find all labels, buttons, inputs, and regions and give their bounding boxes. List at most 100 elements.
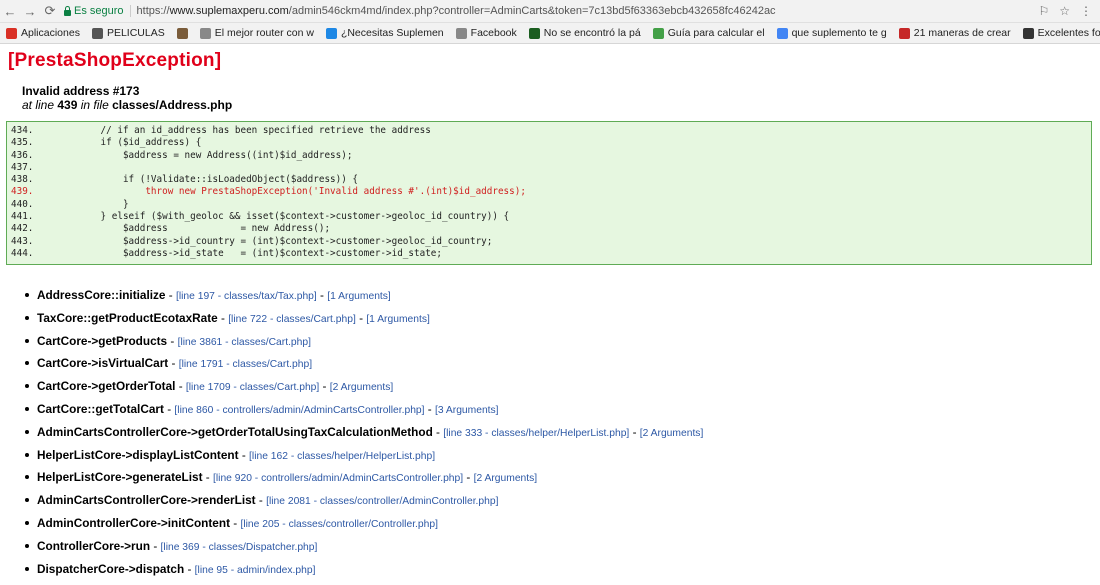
trace-location-link[interactable]: [line 369 - classes/Dispatcher.php] — [161, 542, 318, 553]
bookmark-item[interactable]: No se encontró la pá — [523, 27, 647, 39]
cloud-icon — [325, 27, 337, 39]
trace-function: TaxCore::getProductEcotaxRate — [37, 310, 218, 325]
trace-function: AdminCartsControllerCore->getOrderTotalU… — [37, 424, 433, 439]
url-text[interactable]: https://www.suplemaxperu.com/admin546ckm… — [137, 5, 776, 17]
trace-function: CartCore::getTotalCart — [37, 401, 164, 416]
trace-location-link[interactable]: [line 162 - classes/helper/HelperList.ph… — [249, 451, 435, 462]
trace-item: CartCore::getTotalCart - [line 860 - con… — [25, 399, 1092, 422]
code-line: 442. $address = new Address(); — [11, 223, 331, 235]
bookmark-label: PELICULAS — [106, 27, 165, 39]
page-icon — [455, 27, 467, 39]
forward-arrow-icon[interactable]: → — [20, 4, 40, 19]
bookmark-item[interactable]: Aplicaciones — [0, 27, 86, 39]
trace-item: CartCore->getOrderTotal - [line 1709 - c… — [25, 376, 1092, 399]
star-icon[interactable]: ☆ — [1059, 4, 1070, 18]
plane-icon — [528, 27, 540, 39]
code-line: 435. if ($id_address) { — [11, 137, 202, 149]
trace-item: CartCore->isVirtualCart - [line 1791 - c… — [25, 353, 1092, 376]
bag-icon — [652, 27, 664, 39]
bookmark-label: ¿Necesitas Suplemen — [340, 27, 444, 39]
bookmark-item[interactable] — [171, 27, 194, 39]
trace-location-link[interactable]: [line 722 - classes/Cart.php] — [228, 314, 356, 325]
trace-location-link[interactable]: [line 197 - classes/tax/Tax.php] — [176, 291, 317, 302]
trace-location-link[interactable]: [line 1709 - classes/Cart.php] — [186, 382, 319, 393]
bookmark-label: No se encontró la pá — [543, 27, 641, 39]
error-page: [PrestaShopException] Invalid address #1… — [0, 44, 1100, 585]
trace-arguments-link[interactable]: [2 Arguments] — [474, 473, 538, 484]
bookmark-item[interactable]: Guía para calcular el — [647, 27, 771, 39]
trace-location-link[interactable]: [line 860 - controllers/admin/AdminCarts… — [174, 405, 424, 416]
trace-item: CartCore->getProducts - [line 3861 - cla… — [25, 331, 1092, 354]
separator: - — [319, 379, 330, 394]
address-bar[interactable]: Es seguro https://www.suplemaxperu.com/a… — [64, 2, 1038, 20]
bookmark-label: que suplemento te g — [791, 27, 887, 39]
trace-arguments-link[interactable]: [1 Arguments] — [327, 291, 391, 302]
bookmark-item[interactable]: ¿Necesitas Suplemen — [320, 27, 450, 39]
bookmark-item[interactable]: Excelentes fondos pa — [1017, 27, 1100, 39]
secure-indicator[interactable]: Es seguro — [64, 5, 131, 17]
trace-function: CartCore->getOrderTotal — [37, 379, 176, 394]
trace-arguments-link[interactable]: [2 Arguments] — [640, 428, 704, 439]
code-line-error: 439. throw new PrestaShopException('Inva… — [11, 186, 526, 198]
trace-arguments-link[interactable]: [1 Arguments] — [366, 314, 430, 325]
code-excerpt: 434. // if an id_address has been specif… — [6, 121, 1092, 265]
separator: - — [230, 515, 241, 530]
error-location: at line 439 in file classes/Address.php — [22, 98, 233, 112]
separator: - — [163, 401, 175, 416]
trace-function: HelperListCore->generateList — [37, 470, 203, 485]
separator: - — [629, 424, 640, 439]
reload-icon[interactable]: ⟳ — [40, 3, 60, 19]
bookmark-item[interactable]: Facebook — [450, 27, 523, 39]
trace-item: DispatcherCore->dispatch - [line 95 - ad… — [25, 559, 1092, 582]
trace-arguments-link[interactable]: [2 Arguments] — [330, 382, 394, 393]
trace-location-link[interactable]: [line 205 - classes/controller/Controlle… — [241, 519, 438, 530]
exception-title: [PrestaShopException] — [8, 50, 222, 71]
bookmark-item[interactable]: 21 maneras de crear — [893, 27, 1017, 39]
translate-icon[interactable]: ⚐ — [1038, 4, 1049, 18]
trace-location-link[interactable]: [line 95 - admin/index.php] — [195, 565, 316, 576]
google-icon — [776, 27, 788, 39]
trace-location-link[interactable]: [line 3861 - classes/Cart.php] — [178, 337, 311, 348]
separator: - — [238, 447, 250, 462]
back-arrow-icon[interactable]: ← — [0, 4, 20, 19]
bookmark-item[interactable]: El mejor router con w — [194, 27, 320, 39]
trace-function: AdminControllerCore->initContent — [37, 515, 231, 530]
menu-icon[interactable]: ⋮ — [1080, 4, 1092, 18]
figure-icon — [176, 27, 188, 39]
separator: - — [217, 310, 229, 325]
trace-location-link[interactable]: [line 920 - controllers/admin/AdminCarts… — [213, 473, 463, 484]
trace-function: ControllerCore->run — [37, 538, 151, 553]
trace-item: AddressCore::initialize - [line 197 - cl… — [25, 285, 1092, 308]
trace-function: DispatcherCore->dispatch — [37, 561, 185, 576]
bookmark-label: Aplicaciones — [21, 27, 80, 39]
trace-item: AdminCartsControllerCore->renderList - [… — [25, 490, 1092, 513]
stack-trace: AddressCore::initialize - [line 197 - cl… — [8, 285, 1092, 581]
code-line: 438. if (!Validate::isLoadedObject($addr… — [11, 174, 359, 186]
trace-item: TaxCore::getProductEcotaxRate - [line 72… — [25, 308, 1092, 331]
trace-item: HelperListCore->displayListContent - [li… — [25, 445, 1092, 468]
md-icon — [898, 27, 910, 39]
trace-item: HelperListCore->generateList - [line 920… — [25, 467, 1092, 490]
bookmark-item[interactable]: que suplemento te g — [771, 27, 893, 39]
trace-location-link[interactable]: [line 1791 - classes/Cart.php] — [179, 359, 312, 370]
trace-arguments-link[interactable]: [3 Arguments] — [435, 405, 499, 416]
separator: - — [202, 470, 214, 485]
separator: - — [432, 424, 444, 439]
trace-location-link[interactable]: [line 333 - classes/helper/HelperList.ph… — [443, 428, 629, 439]
bookmark-label: El mejor router con w — [214, 27, 314, 39]
separator: - — [424, 401, 436, 416]
separator: - — [150, 538, 161, 553]
code-line: 444. $address->id_state = (int)$context-… — [11, 247, 442, 259]
code-line: 437. — [11, 161, 34, 173]
trace-location-link[interactable]: [line 2081 - classes/controller/AdminCon… — [266, 496, 498, 507]
trace-item: AdminCartsControllerCore->getOrderTotalU… — [25, 422, 1092, 445]
trace-item: AdminControllerCore->initContent - [line… — [25, 513, 1092, 536]
bookmark-item[interactable]: PELICULAS — [86, 27, 171, 39]
separator: - — [184, 561, 195, 576]
separator: - — [316, 288, 328, 302]
trace-function: CartCore->isVirtualCart — [37, 356, 169, 371]
separator: - — [255, 493, 267, 508]
bookmarks-bar: Aplicaciones PELICULAS El mejor router con… — [0, 23, 1100, 44]
lock-icon — [64, 6, 71, 16]
bookmark-label: Facebook — [470, 27, 517, 39]
